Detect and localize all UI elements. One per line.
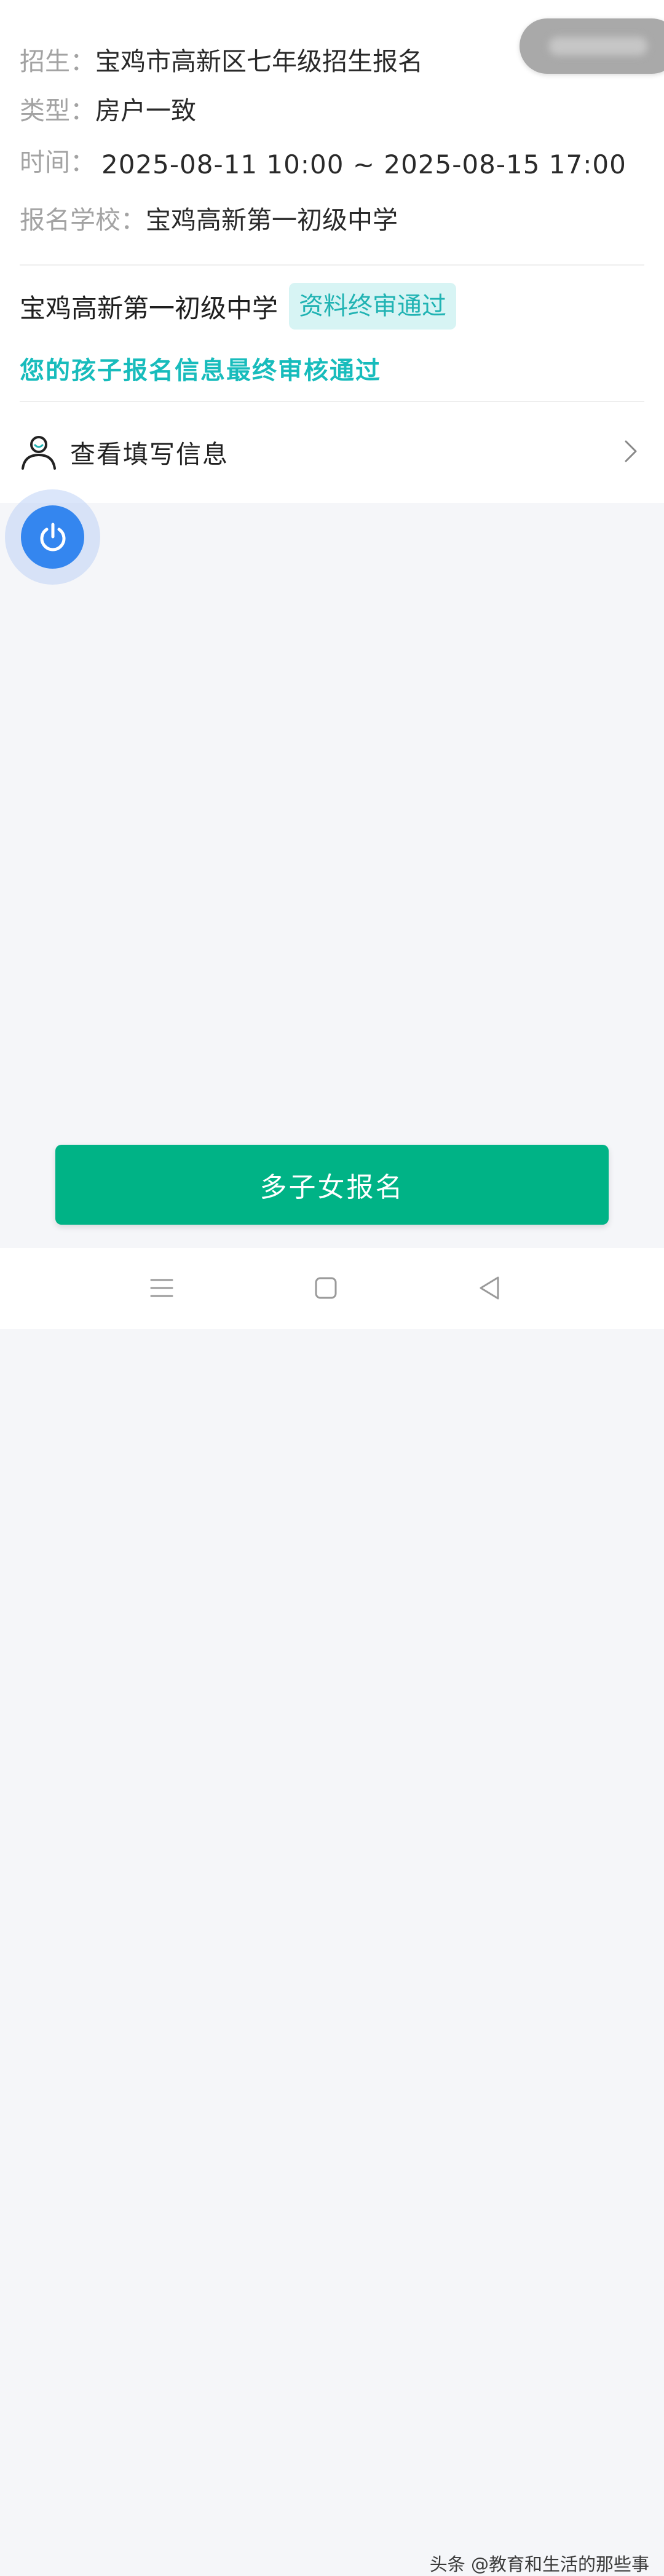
blurred-overlay-pill [520, 18, 664, 74]
time-label: 时间： [20, 148, 95, 177]
type-value: 房户一致 [95, 96, 196, 125]
home-icon[interactable] [310, 1273, 341, 1303]
chevron-right-icon [625, 440, 637, 462]
enroll-label: 招生： [20, 47, 95, 76]
type-label: 类型： [20, 96, 95, 125]
divider [20, 401, 644, 402]
view-filled-info-row[interactable]: 查看填写信息 [20, 424, 644, 480]
system-navbar: 头条 @教育和生活的那些事 [0, 1248, 664, 2575]
enroll-value: 宝鸡市高新区七年级招生报名 [95, 47, 423, 76]
status-badge: 资料终审通过 [289, 283, 457, 330]
school-value: 宝鸡高新第一初级中学 [146, 205, 398, 235]
view-filled-info-label: 查看填写信息 [70, 440, 229, 469]
time-value-row: 2025-08-11 10:00 ~ 2025-08-15 17:00 [101, 148, 626, 182]
approval-notice: 您的孩子报名信息最终审核通过 [20, 357, 381, 385]
floating-power-button[interactable] [5, 489, 100, 585]
enroll-row: 招生：宝鸡市高新区七年级招生报名 [20, 44, 423, 79]
status-school-row: 宝鸡高新第一初级中学 资料终审通过 [20, 283, 457, 330]
menu-icon[interactable] [146, 1273, 177, 1303]
time-value: 2025-08-11 10:00 ~ 2025-08-15 17:00 [101, 149, 626, 180]
person-icon [22, 436, 56, 470]
enrollment-info-card: 招生：宝鸡市高新区七年级招生报名 类型：房户一致 时间： 2025-08-11 … [0, 0, 664, 503]
time-label-row: 时间： [20, 145, 95, 180]
school-label: 报名学校： [20, 205, 146, 235]
status-school-name: 宝鸡高新第一初级中学 [20, 293, 279, 323]
multi-child-enroll-button[interactable]: 多子女报名 [55, 1145, 609, 1225]
power-icon [40, 523, 66, 551]
back-icon[interactable] [475, 1273, 505, 1303]
school-row: 报名学校：宝鸡高新第一初级中学 [20, 203, 398, 237]
type-row: 类型：房户一致 [20, 93, 196, 128]
watermark: 头条 @教育和生活的那些事 [429, 2554, 649, 2575]
divider [20, 264, 644, 266]
